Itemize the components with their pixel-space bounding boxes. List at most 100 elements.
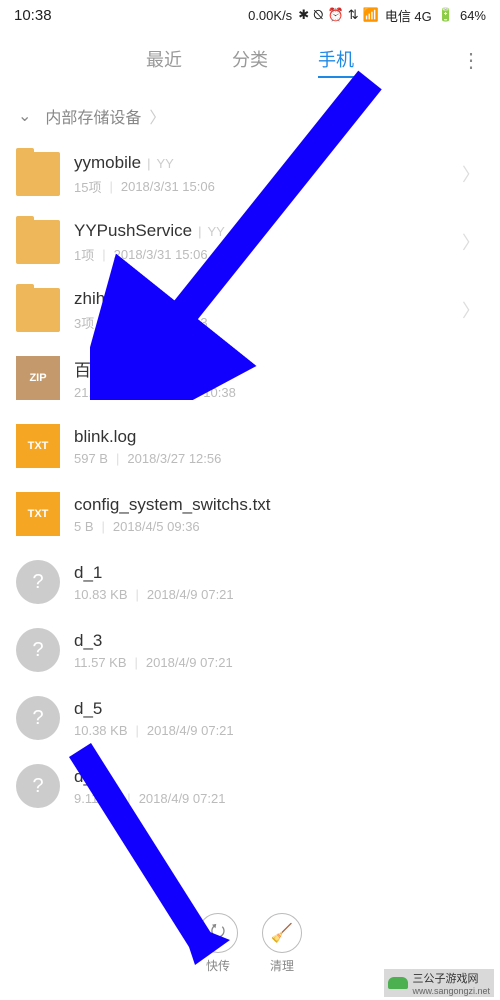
status-time: 10:38 [14, 7, 52, 24]
file-name: 百度经验.zip [74, 356, 168, 381]
file-date: 2018/4/9 07:21 [147, 587, 234, 602]
unknown-icon: ? [16, 764, 60, 808]
signal-icon: 📶 [363, 7, 379, 23]
file-date: 2018/4/9 07:21 [139, 791, 226, 806]
folder-icon [16, 152, 60, 196]
meta-separator: | [102, 247, 105, 262]
file-name: zhihu [74, 289, 115, 309]
unknown-icon: ? [16, 628, 60, 672]
file-name: d_1 [74, 563, 102, 583]
watermark-url: www.sangongzi.net [412, 986, 490, 996]
file-list: yymobile | YY 15项 | 2018/3/31 15:06 〉 YY… [0, 140, 500, 820]
chevron-right-icon: 〉 [462, 161, 480, 187]
file-parent: YY [208, 224, 225, 239]
battery-icon: 🔋 [438, 7, 454, 23]
folder-icon [16, 288, 60, 332]
status-speed: 0.00K/s [248, 8, 292, 23]
clean-label: 清理 [270, 957, 294, 974]
list-item[interactable]: ? d_3 11.57 KB | 2018/4/9 07:21 [0, 616, 500, 684]
list-item[interactable]: yymobile | YY 15项 | 2018/3/31 15:06 〉 [0, 140, 500, 208]
txt-icon: TXT [16, 492, 60, 536]
tab-recent[interactable]: 最近 [146, 42, 182, 78]
file-size: 9.11 KB [74, 791, 119, 806]
sync-icon: ⇅ [348, 7, 359, 23]
clean-icon: 🧹 [262, 913, 302, 953]
file-parent: YY [156, 156, 173, 171]
file-size: 10.38 KB [74, 723, 128, 738]
chevron-right-icon: 〉 [462, 229, 480, 255]
transfer-label: 快传 [206, 957, 230, 974]
chevron-down-icon: ⌄ [18, 106, 31, 126]
meta-separator: | [138, 385, 141, 400]
clean-button[interactable]: 🧹 清理 [262, 913, 302, 974]
status-icons: ✱ ⦰ ⏰ ⇅ 📶 [298, 7, 379, 23]
file-name: config_system_switchs.txt [74, 495, 271, 515]
watermark-text: 三公子游戏网 [412, 970, 490, 986]
status-carrier: 电信 4G [385, 6, 432, 25]
meta-separator: | [135, 655, 138, 670]
meta-separator: | [136, 723, 139, 738]
file-date: 2018/3/31 15:13 [114, 315, 208, 330]
file-date: 2018/3/31 15:06 [121, 179, 215, 194]
file-date: 2018/4/9 07:21 [146, 655, 233, 670]
file-size: 10.83 KB [74, 587, 128, 602]
txt-icon: TXT [16, 424, 60, 468]
list-item[interactable]: YYPushService | YY 1项 | 2018/3/31 15:06 … [0, 208, 500, 276]
list-item[interactable]: zhihu 3项 | 2018/3/31 15:13 〉 [0, 276, 500, 344]
meta-separator: | [102, 315, 105, 330]
parent-separator: | [147, 156, 150, 171]
watermark-logo-icon [388, 977, 408, 989]
mute-icon: ⦰ [313, 7, 323, 23]
meta-separator: | [127, 791, 130, 806]
file-name: d_5 [74, 699, 102, 719]
file-count: 15项 [74, 177, 101, 196]
chevron-right-icon: 〉 [149, 104, 165, 128]
zip-icon: ZIP [16, 356, 60, 400]
bluetooth-icon: ✱ [298, 7, 309, 23]
tab-category[interactable]: 分类 [232, 42, 268, 78]
breadcrumb[interactable]: ⌄ 内部存储设备 〉 [0, 92, 500, 140]
list-item[interactable]: TXT config_system_switchs.txt 5 B | 2018… [0, 480, 500, 548]
file-date: 2018/3/31 15:06 [114, 247, 208, 262]
status-battery: 64% [460, 8, 486, 23]
file-date: 2018/4/5 09:36 [113, 519, 200, 534]
meta-separator: | [136, 587, 139, 602]
unknown-icon: ? [16, 560, 60, 604]
tab-bar: 最近 分类 手机 ⋮ [0, 30, 500, 92]
list-item[interactable]: ? d_1 10.83 KB | 2018/4/9 07:21 [0, 548, 500, 616]
breadcrumb-label: 内部存储设备 [45, 104, 141, 128]
transfer-button[interactable]: ⭮ 快传 [198, 913, 238, 974]
unknown-icon: ? [16, 696, 60, 740]
tab-phone[interactable]: 手机 [318, 42, 354, 78]
file-date: 2018/4/9 10:38 [149, 385, 236, 400]
alarm-icon: ⏰ [328, 7, 344, 23]
watermark: 三公子游戏网 www.sangongzi.net [384, 969, 494, 997]
folder-icon [16, 220, 60, 264]
list-item[interactable]: ZIP 百度经验.zip 21.43 MB | 2018/4/9 10:38 [0, 344, 500, 412]
file-size: 597 B [74, 451, 108, 466]
file-name: d_3 [74, 631, 102, 651]
file-size: 21.43 MB [74, 385, 130, 400]
file-name: YYPushService [74, 221, 192, 241]
chevron-right-icon: 〉 [462, 297, 480, 323]
list-item[interactable]: ? d_5 10.38 KB | 2018/4/9 07:21 [0, 684, 500, 752]
status-right: 0.00K/s ✱ ⦰ ⏰ ⇅ 📶 电信 4G 🔋 64% [248, 6, 486, 25]
file-count: 3项 [74, 313, 94, 332]
file-size: 5 B [74, 519, 94, 534]
list-item[interactable]: TXT blink.log 597 B | 2018/3/27 12:56 [0, 412, 500, 480]
file-date: 2018/3/27 12:56 [127, 451, 221, 466]
status-bar: 10:38 0.00K/s ✱ ⦰ ⏰ ⇅ 📶 电信 4G 🔋 64% [0, 0, 500, 30]
transfer-icon: ⭮ [198, 913, 238, 953]
file-name: blink.log [74, 427, 136, 447]
meta-separator: | [116, 451, 119, 466]
meta-separator: | [102, 519, 105, 534]
file-count: 1项 [74, 245, 94, 264]
menu-dots-icon[interactable]: ⋮ [461, 48, 480, 73]
file-name: yymobile [74, 153, 141, 173]
parent-separator: | [198, 224, 201, 239]
file-name: d_7 [74, 767, 102, 787]
file-date: 2018/4/9 07:21 [147, 723, 234, 738]
file-size: 11.57 KB [74, 655, 127, 670]
list-item[interactable]: ? d_7 9.11 KB | 2018/4/9 07:21 [0, 752, 500, 820]
meta-separator: | [109, 179, 112, 194]
